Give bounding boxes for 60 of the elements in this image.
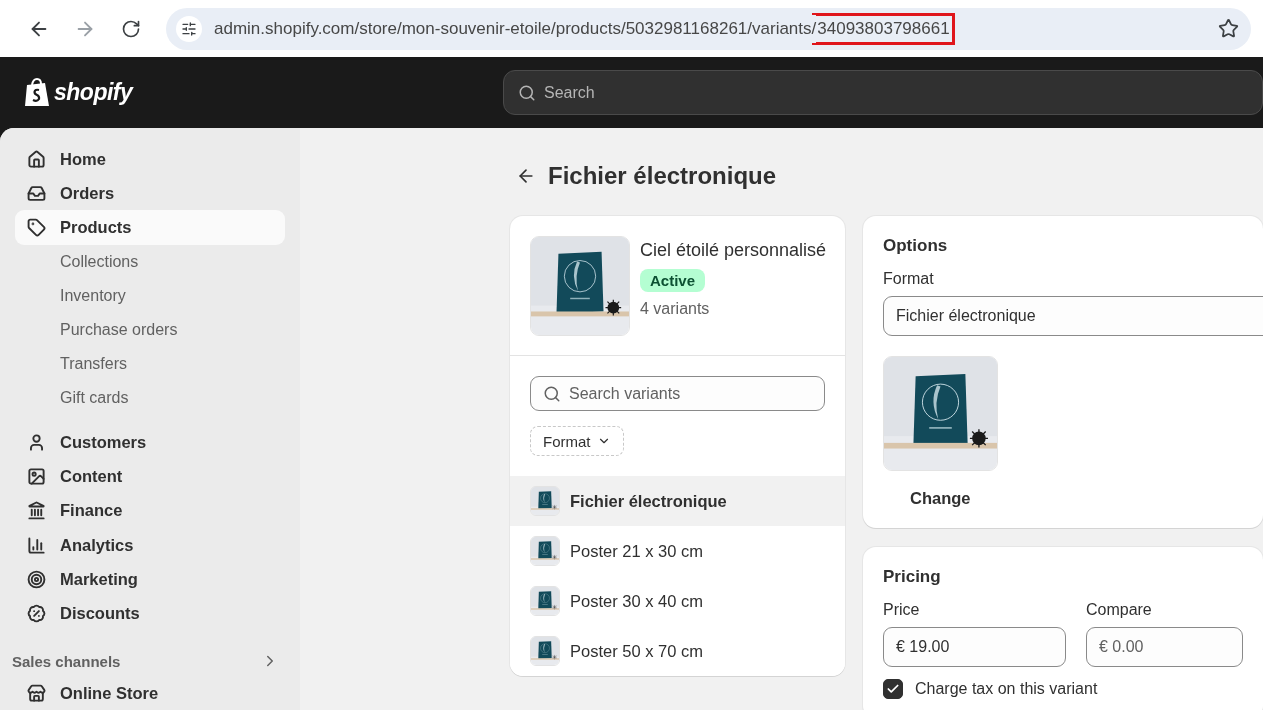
variant-name: Poster 30 x 40 cm: [570, 591, 703, 611]
checkmark-icon: [886, 682, 900, 696]
field-label: Compare: [1085, 601, 1153, 619]
search-icon: [543, 384, 561, 403]
sliders-icon: [181, 20, 197, 37]
shopping-bag-icon: [24, 77, 50, 108]
sidebar-subitem[interactable]: Transfers: [15, 347, 285, 382]
bar-chart-icon: [27, 535, 46, 555]
price-field[interactable]: € 19.00: [883, 627, 1066, 667]
section-heading: Sales channels: [12, 652, 121, 670]
search-icon: [518, 83, 536, 102]
filter-chip[interactable]: Format: [530, 426, 624, 456]
storefront-icon: [27, 683, 46, 703]
sidebar-subitem[interactable]: Purchase orders: [15, 312, 285, 348]
target-icon: [27, 569, 46, 589]
variant-name: Fichier électronique: [570, 491, 727, 511]
page-title: Fichier électronique: [548, 162, 777, 190]
bookmark-star-icon[interactable]: [1218, 18, 1239, 39]
card-title: Pricing: [883, 567, 942, 587]
url-text: admin.shopify.com/store/mon-souvenir-etoile/products/5032981168261/variants/: [214, 14, 817, 43]
tag-icon: [27, 217, 46, 237]
sidebar-item[interactable]: Online Store: [15, 675, 285, 710]
logo-text[interactable]: shopify: [54, 79, 133, 106]
sidebar-subitem[interactable]: Gift cards: [15, 381, 285, 416]
sidebar-item[interactable]: Finance: [15, 493, 285, 529]
person-icon: [27, 433, 46, 453]
sidebar-item[interactable]: Customers: [15, 425, 285, 460]
address-bar[interactable]: admin.shopify.com/store/mon-souvenir-etoile/products/5032981168261/variants/34093803798661: [166, 7, 1251, 50]
inbox-icon: [27, 183, 46, 203]
compare-price-field[interactable]: € 0.00: [1085, 627, 1243, 667]
sidebar-item[interactable]: Marketing: [15, 562, 285, 597]
sidebar-item[interactable]: Content: [15, 459, 285, 494]
sidebar-item[interactable]: Discounts: [15, 596, 285, 631]
percent-badge-icon: [27, 604, 46, 624]
site-settings-button[interactable]: [176, 15, 202, 42]
home-icon: [27, 149, 46, 169]
search-field[interactable]: Search variants: [530, 376, 825, 411]
variant-name: Poster 21 x 30 cm: [570, 541, 703, 561]
sidebar-item[interactable]: Products: [15, 210, 285, 245]
select-field[interactable]: Fichier électronique: [883, 296, 1263, 336]
card-title: Options: [883, 236, 949, 256]
image-icon: [27, 467, 46, 487]
checkbox[interactable]: [883, 679, 903, 699]
sidebar-item[interactable]: Home: [15, 142, 285, 177]
sidebar-subitem[interactable]: Inventory: [15, 278, 285, 313]
reload-icon: [121, 18, 141, 39]
variant-name: Poster 50 x 70 cm: [570, 641, 703, 661]
search-field[interactable]: Search: [503, 70, 1263, 115]
product-name[interactable]: Ciel étoilé personnalisé: [640, 240, 827, 261]
sidebar-subitem[interactable]: Collections: [15, 244, 285, 279]
variant-row[interactable]: Fichier électronique: [510, 476, 845, 526]
checkbox-label: Charge tax on this variant: [915, 680, 1098, 698]
variant-count: 4 variants: [640, 300, 711, 318]
field-label: Format: [883, 270, 935, 288]
sidebar-item[interactable]: Orders: [15, 176, 285, 211]
sidebar-item[interactable]: Analytics: [15, 528, 285, 563]
status-badge: Active: [640, 269, 706, 292]
bank-icon: [27, 501, 46, 521]
change-button[interactable]: Change: [910, 489, 971, 508]
field-label: Price: [883, 601, 921, 619]
